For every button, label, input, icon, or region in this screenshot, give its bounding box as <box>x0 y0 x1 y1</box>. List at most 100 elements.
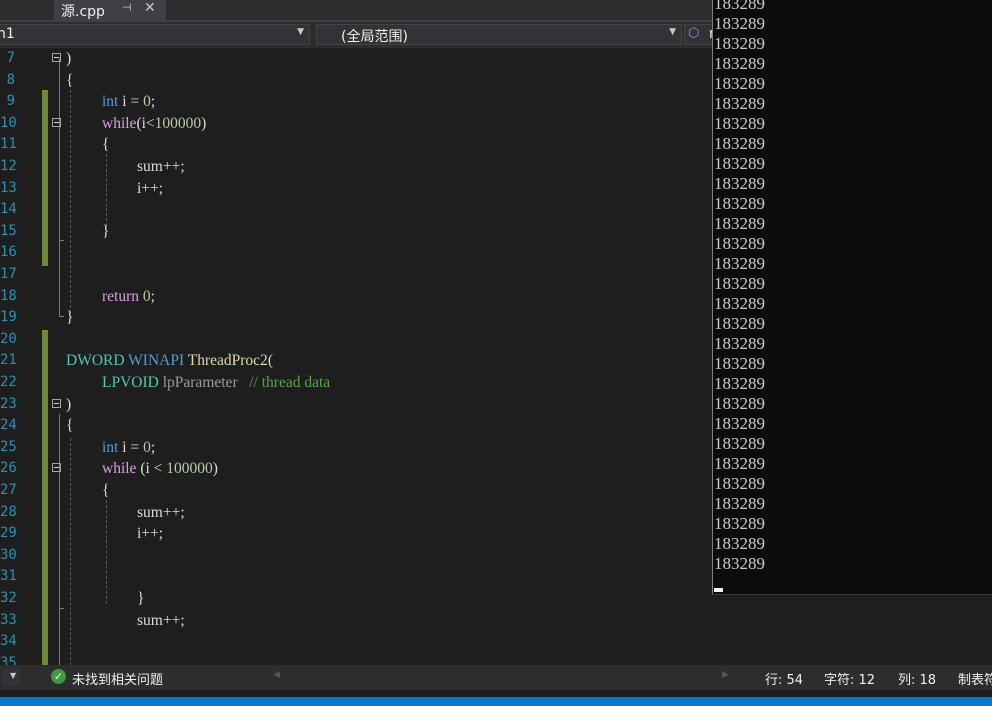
console-cursor <box>714 588 723 592</box>
console-line: 183289 <box>714 14 765 33</box>
line-number: 21 <box>0 352 17 369</box>
project-dropdown[interactable]: n1 ▼ <box>0 24 310 45</box>
line-number: 25 <box>0 438 17 455</box>
code-line[interactable]: 9 int i = 0; <box>0 91 712 112</box>
code-text: { <box>66 417 74 435</box>
code-line[interactable]: 19} <box>0 307 712 328</box>
code-line[interactable]: 22 LPVOID lpParameter // thread data <box>0 372 712 393</box>
console-line: 183289 <box>714 234 765 253</box>
console-line: 183289 <box>714 74 765 93</box>
console-line: 183289 <box>714 314 765 333</box>
code-line[interactable]: 8{ <box>0 70 712 91</box>
console-line: 183289 <box>714 0 765 13</box>
code-line[interactable]: 21 DWORD WINAPI ThreadProc2( <box>0 350 712 371</box>
document-tab-source-cpp[interactable]: 源.cpp ⊣ ✕ <box>54 0 166 20</box>
line-number: 15 <box>0 222 17 239</box>
code-line[interactable]: 23) <box>0 394 712 415</box>
scope-dropdown[interactable]: (全局范围) ▼ <box>316 24 682 45</box>
cursor-line[interactable]: 行: 54 <box>765 669 803 688</box>
cursor-column[interactable]: 列: 18 <box>898 669 936 688</box>
code-line[interactable]: 29 i++; <box>0 523 712 544</box>
code-line[interactable]: 18 return 0; <box>0 286 712 307</box>
code-text: } <box>137 590 145 607</box>
collapse-icon[interactable] <box>52 398 61 408</box>
console-line: 183289 <box>714 494 765 513</box>
line-number: 28 <box>0 503 17 520</box>
line-number: 23 <box>0 395 17 412</box>
code-line[interactable]: 27 { <box>0 480 712 501</box>
code-text: sum++; <box>137 611 185 629</box>
pin-icon[interactable]: ⊣ <box>122 1 132 14</box>
line-number: 12 <box>0 158 17 174</box>
code-line[interactable]: 35 <box>0 653 712 665</box>
console-line: 183289 <box>714 254 765 273</box>
cube-icon: ⬡ <box>688 26 700 41</box>
console-line: 183289 <box>714 514 765 533</box>
console-line: 183289 <box>714 454 765 473</box>
project-dropdown-value: n1 <box>0 26 15 42</box>
line-number: 27 <box>0 482 17 498</box>
code-text: DWORD WINAPI ThreadProc2( <box>66 352 273 370</box>
console-line: 183289 <box>714 214 765 233</box>
console-line: 183289 <box>714 54 765 73</box>
code-text: { <box>102 136 110 154</box>
code-line[interactable]: 11 { <box>0 134 712 155</box>
code-line[interactable]: 17 <box>0 264 712 285</box>
code-text: } <box>66 309 74 327</box>
issues-status[interactable]: 未找到相关问题 <box>72 669 163 688</box>
code-line[interactable]: 25 int i = 0; <box>0 437 712 458</box>
console-line: 183289 <box>714 434 765 453</box>
console-line: 183289 <box>714 194 765 213</box>
code-line[interactable]: 20 <box>0 329 712 350</box>
cursor-char[interactable]: 字符: 12 <box>824 669 875 688</box>
console-line: 183289 <box>714 474 765 493</box>
collapse-icon[interactable] <box>52 117 61 127</box>
code-text: { <box>66 71 74 89</box>
code-line[interactable]: 33 sum++; <box>0 610 712 631</box>
close-icon[interactable]: ✕ <box>144 0 156 16</box>
console-line: 183289 <box>714 334 765 353</box>
code-text: i++; <box>137 179 164 197</box>
console-line: 183289 <box>714 154 765 173</box>
code-line[interactable]: 30 <box>0 545 712 566</box>
line-number: 30 <box>0 546 17 563</box>
code-text: i++; <box>137 525 164 543</box>
code-text: } <box>102 222 110 240</box>
code-line[interactable]: 26 while (i < 100000) <box>0 458 712 479</box>
chevron-down-icon: ▼ <box>10 671 17 680</box>
code-line[interactable]: 14 <box>0 199 712 220</box>
code-line[interactable]: 24 { <box>0 415 712 436</box>
tab-mode[interactable]: 制表符 <box>958 669 992 688</box>
code-text: ) <box>66 395 72 413</box>
scroll-left-icon[interactable]: ◀ <box>273 670 280 680</box>
navigation-bar: n1 ▼ (全局范围) ▼ ⬡ n <box>0 22 724 48</box>
code-line[interactable]: 32} <box>0 588 712 609</box>
code-line[interactable]: 7) <box>0 48 712 69</box>
code-line[interactable]: 15} <box>0 221 712 242</box>
check-circle-icon[interactable]: ✓ <box>51 669 66 684</box>
code-text: while(i<100000) <box>102 114 207 132</box>
collapse-icon[interactable] <box>52 53 61 62</box>
line-number: 19 <box>0 309 17 326</box>
line-number: 18 <box>0 287 17 304</box>
code-editor[interactable]: 7) 8{9 int i = 0; 10 while(i<100000) 11{12 sum… <box>0 48 712 665</box>
code-line[interactable]: 10 while(i<100000) <box>0 113 712 134</box>
line-number: 26 <box>0 460 17 477</box>
code-text: sum++; <box>137 158 185 175</box>
code-text: sum++; <box>137 503 185 521</box>
code-line[interactable]: 28 sum++; <box>0 502 712 523</box>
code-line[interactable]: 16 <box>0 242 712 263</box>
line-number: 35 <box>0 654 17 665</box>
line-number: 17 <box>0 266 17 282</box>
scroll-right-icon[interactable]: ▶ <box>722 670 729 680</box>
console-window[interactable]: 183289 183289 183289 183289 183289 183289 1832… <box>712 0 992 594</box>
zoom-dropdown[interactable]: ▼ <box>2 669 20 686</box>
code-line[interactable]: 31 <box>0 566 712 587</box>
line-number: 31 <box>0 568 17 585</box>
code-line[interactable]: 12 sum++; <box>0 156 712 177</box>
code-line[interactable]: 34 <box>0 631 712 652</box>
collapse-icon[interactable] <box>52 463 61 473</box>
console-border <box>712 594 992 595</box>
line-number: 8 <box>6 71 15 88</box>
code-line[interactable]: 13 i++; <box>0 178 712 199</box>
